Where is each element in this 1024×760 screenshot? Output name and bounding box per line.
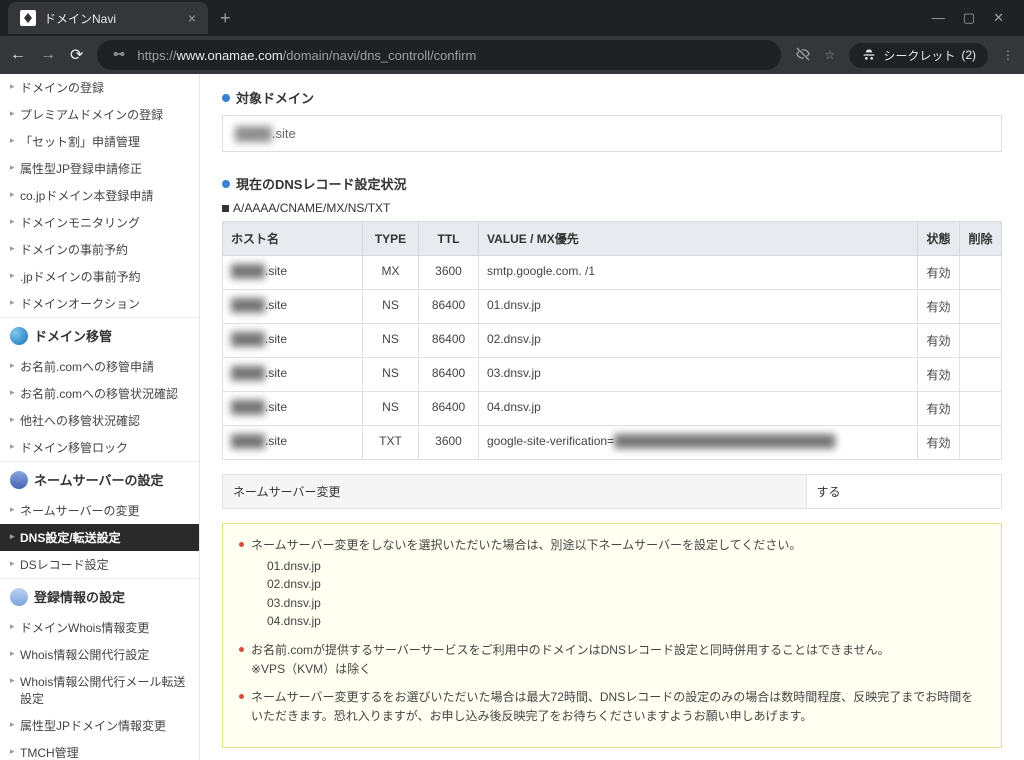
col-value: VALUE / MX優先 xyxy=(479,222,918,256)
table-row: ████.siteNS8640001.dnsv.jp有効 xyxy=(223,290,1002,324)
note-icon xyxy=(10,588,28,606)
new-tab-button[interactable]: + xyxy=(208,8,243,29)
table-row: ████.siteNS8640004.dnsv.jp有効 xyxy=(223,392,1002,426)
sidebar-heading-transfer: ドメイン移管 xyxy=(0,317,199,353)
tab-title: ドメインNavi xyxy=(44,10,116,27)
dns-current-title: 現在のDNSレコード設定状況 xyxy=(222,174,1002,193)
col-type: TYPE xyxy=(363,222,419,256)
incognito-badge[interactable]: シークレット (2) xyxy=(849,43,988,68)
sidebar-item[interactable]: お名前.comへの移管状況確認 xyxy=(0,380,199,407)
table-row: ████.siteTXT3600google-site-verification… xyxy=(223,426,1002,460)
sidebar-item[interactable]: ドメイン移管ロック xyxy=(0,434,199,461)
sidebar-item[interactable]: ドメインの事前予約 xyxy=(0,236,199,263)
back-button[interactable]: ← xyxy=(10,46,26,64)
sidebar-item[interactable]: 他社への移管状況確認 xyxy=(0,407,199,434)
notice-item: ネームサーバー変更をしないを選択いただいた場合は、別途以下ネームサーバーを設定し… xyxy=(239,536,985,631)
eye-off-icon[interactable] xyxy=(795,46,811,65)
notice-item: お名前.comが提供するサーバーサービスをご利用中のドメインはDNSレコード設定… xyxy=(239,641,985,678)
sidebar-item[interactable]: ネームサーバーの変更 xyxy=(0,497,199,524)
notice-item: ネームサーバー変更するをお選びいただいた場合は最大72時間、DNSレコードの設定… xyxy=(239,688,985,725)
ns-server-entry: 02.dnsv.jp xyxy=(267,575,985,594)
table-row: ████.siteNS8640003.dnsv.jp有効 xyxy=(223,358,1002,392)
ns-server-entry: 04.dnsv.jp xyxy=(267,612,985,631)
sidebar-heading-nameserver: ネームサーバーの設定 xyxy=(0,461,199,497)
url-text: https://www.onamae.com/domain/navi/dns_c… xyxy=(137,48,476,63)
sidebar-item[interactable]: ドメインモニタリング xyxy=(0,209,199,236)
col-host: ホスト名 xyxy=(223,222,363,256)
target-domain-title: 対象ドメイン xyxy=(222,88,1002,107)
gear-icon xyxy=(10,471,28,489)
dns-records-table: ホスト名 TYPE TTL VALUE / MX優先 状態 削除 ████.si… xyxy=(222,221,1002,460)
globe-icon xyxy=(10,327,28,345)
sidebar-item[interactable]: Whois情報公開代行設定 xyxy=(0,641,199,668)
minimize-icon[interactable]: — xyxy=(932,10,945,26)
sidebar-item[interactable]: ドメインWhois情報変更 xyxy=(0,614,199,641)
tab-bar: ドメインNavi × + — ▢ ✕ xyxy=(0,0,1024,36)
table-row: ████.siteMX3600smtp.google.com. /1有効 xyxy=(223,256,1002,290)
nameserver-change-row: ネームサーバー変更 する xyxy=(222,474,1002,509)
bookmark-star-icon[interactable]: ☆ xyxy=(825,48,836,62)
sidebar-item[interactable]: DNS設定/転送設定 xyxy=(0,524,199,551)
maximize-icon[interactable]: ▢ xyxy=(963,10,975,26)
sidebar-heading-registration: 登録情報の設定 xyxy=(0,578,199,614)
col-ttl: TTL xyxy=(419,222,479,256)
table-row: ████.siteNS8640002.dnsv.jp有効 xyxy=(223,324,1002,358)
sidebar-item[interactable]: 「セット割」申請管理 xyxy=(0,128,199,155)
site-info-icon[interactable] xyxy=(111,46,127,65)
sidebar-item[interactable]: .jpドメインの事前予約 xyxy=(0,263,199,290)
sidebar-item[interactable]: TMCH管理 xyxy=(0,739,199,760)
ns-change-value: する xyxy=(807,475,1002,508)
col-delete: 削除 xyxy=(960,222,1002,256)
sidebar-item[interactable]: プレミアムドメインの登録 xyxy=(0,101,199,128)
forward-button[interactable]: → xyxy=(40,46,56,64)
site-favicon xyxy=(20,10,36,26)
record-types-label: A/AAAA/CNAME/MX/NS/TXT xyxy=(222,201,1002,215)
reload-button[interactable]: ⟳ xyxy=(70,45,83,65)
sidebar-item[interactable]: 属性型JP登録申請修正 xyxy=(0,155,199,182)
notice-box: ネームサーバー変更をしないを選択いただいた場合は、別途以下ネームサーバーを設定し… xyxy=(222,523,1002,748)
ns-change-label: ネームサーバー変更 xyxy=(223,475,807,508)
browser-tab[interactable]: ドメインNavi × xyxy=(8,2,208,34)
address-bar[interactable]: https://www.onamae.com/domain/navi/dns_c… xyxy=(97,40,780,70)
tab-close-icon[interactable]: × xyxy=(188,10,196,26)
sidebar-item[interactable]: お名前.comへの移管申請 xyxy=(0,353,199,380)
col-status: 状態 xyxy=(918,222,960,256)
sidebar-item[interactable]: DSレコード設定 xyxy=(0,551,199,578)
browser-toolbar: ← → ⟳ https://www.onamae.com/domain/navi… xyxy=(0,36,1024,74)
main-content: 対象ドメイン ████.site 現在のDNSレコード設定状況 A/AAAA/C… xyxy=(200,74,1024,760)
ns-server-entry: 03.dnsv.jp xyxy=(267,594,985,613)
sidebar-item[interactable]: Whois情報公開代行メール転送設定 xyxy=(0,668,199,712)
sidebar-item[interactable]: 属性型JPドメイン情報変更 xyxy=(0,712,199,739)
sidebar-item[interactable]: co.jpドメイン本登録申請 xyxy=(0,182,199,209)
ns-server-entry: 01.dnsv.jp xyxy=(267,557,985,576)
window-controls: — ▢ ✕ xyxy=(932,10,1016,26)
sidebar: ドメインの登録プレミアムドメインの登録「セット割」申請管理属性型JP登録申請修正… xyxy=(0,74,200,760)
browser-menu-icon[interactable]: ⋮ xyxy=(1002,48,1014,62)
target-domain-box: ████.site xyxy=(222,115,1002,152)
sidebar-item[interactable]: ドメインオークション xyxy=(0,290,199,317)
close-window-icon[interactable]: ✕ xyxy=(993,10,1004,26)
sidebar-item[interactable]: ドメインの登録 xyxy=(0,74,199,101)
